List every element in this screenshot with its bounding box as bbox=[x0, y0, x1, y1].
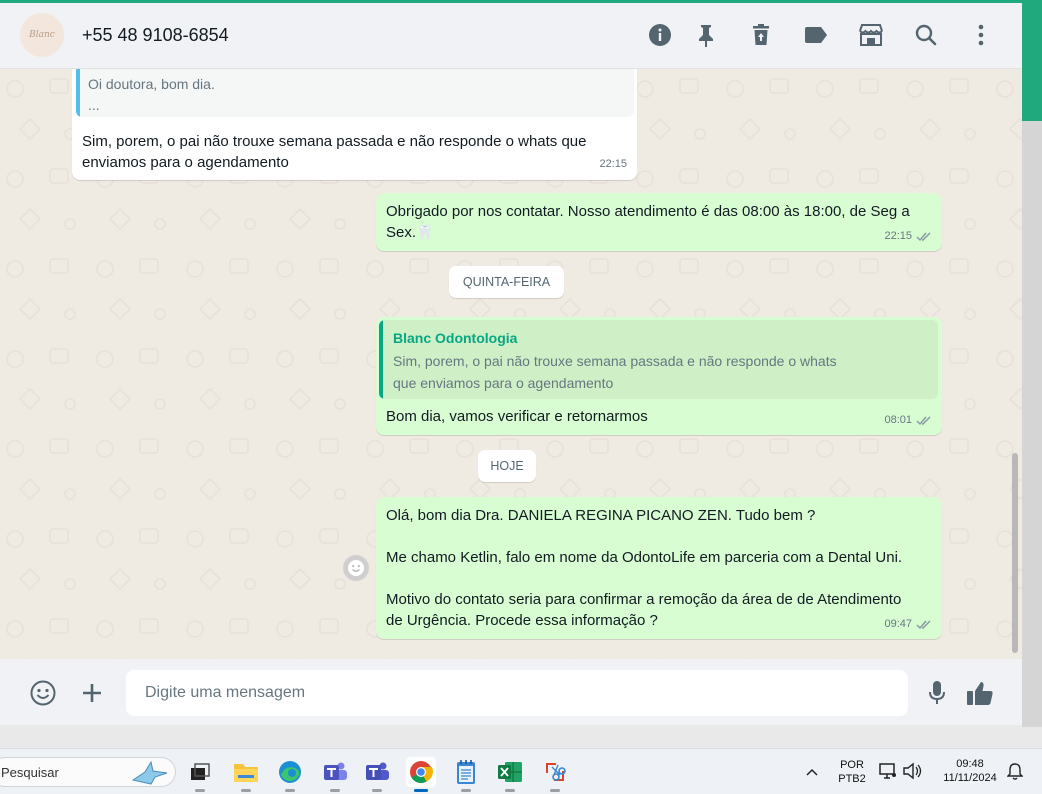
chrome-browser-icon[interactable] bbox=[406, 757, 436, 792]
outgoing-message-bubble[interactable]: Obrigado por nos contatar. Nosso atendim… bbox=[376, 193, 942, 251]
avatar-logo-text: Blanc bbox=[29, 30, 55, 40]
taskbar-search[interactable]: Pesquisar bbox=[0, 757, 176, 787]
scrollbar-thumb[interactable] bbox=[1012, 453, 1018, 653]
volume-icon[interactable] bbox=[902, 761, 922, 781]
delete-icon[interactable] bbox=[748, 22, 774, 48]
app-indicator bbox=[285, 789, 295, 792]
message-timestamp: 22:15 bbox=[884, 230, 912, 242]
double-check-icon bbox=[916, 620, 931, 629]
network-display-icon[interactable] bbox=[878, 761, 898, 781]
background-side-panel bbox=[1022, 121, 1042, 727]
incoming-message-bubble[interactable]: Oi doutora, bom dia. ... Sim, porem, o p… bbox=[72, 69, 637, 180]
emoji-icon[interactable] bbox=[29, 679, 57, 707]
contact-name[interactable]: +55 48 9108-6854 bbox=[82, 25, 229, 46]
info-icon[interactable] bbox=[647, 22, 673, 48]
tooth-emoji: 🦷 bbox=[416, 224, 434, 240]
quote-accent-bar bbox=[76, 69, 80, 117]
thumbs-up-icon[interactable] bbox=[966, 679, 994, 707]
tray-overflow-chevron-icon[interactable] bbox=[802, 763, 822, 781]
clock-date: 11/11/2024 bbox=[943, 772, 997, 784]
app-indicator bbox=[372, 789, 382, 792]
search-highlight-crane-icon bbox=[131, 760, 168, 785]
quoted-message[interactable]: Oi doutora, bom dia. ... bbox=[76, 69, 634, 117]
quote-accent-bar bbox=[379, 320, 383, 399]
quoted-author: Blanc Odontologia bbox=[393, 330, 518, 346]
app-indicator bbox=[550, 789, 560, 792]
outgoing-message-bubble[interactable]: Olá, bom dia Dra. DANIELA REGINA PICANO … bbox=[376, 497, 942, 639]
message-text-line2: Sex.🦷 bbox=[386, 222, 433, 243]
notepad-icon[interactable] bbox=[451, 757, 481, 792]
message-input[interactable] bbox=[126, 670, 908, 716]
notification-bell-icon[interactable] bbox=[1006, 762, 1025, 782]
reaction-smiley-icon[interactable] bbox=[343, 555, 369, 581]
snipping-tool-icon[interactable] bbox=[540, 757, 570, 792]
message-text: Obrigado por nos contatar. Nosso atendim… bbox=[386, 203, 910, 220]
background-accent-panel bbox=[1022, 0, 1042, 121]
contact-avatar[interactable]: Blanc bbox=[20, 13, 64, 57]
message-text: Olá, bom dia Dra. DANIELA REGINA PICANO … bbox=[386, 507, 816, 524]
date-separator: HOJE bbox=[478, 450, 536, 482]
quoted-text: Sim, porem, o pai não trouxe semana pass… bbox=[393, 353, 837, 369]
chat-header: Blanc +55 48 9108-6854 bbox=[0, 3, 1022, 69]
keyboard-layout: PTB2 bbox=[838, 773, 866, 785]
menu-kebab-icon[interactable] bbox=[968, 22, 994, 48]
quoted-message[interactable]: Blanc Odontologia Sim, porem, o pai não … bbox=[379, 320, 938, 399]
quoted-text: Oi doutora, bom dia. bbox=[88, 76, 215, 92]
label-icon[interactable] bbox=[803, 22, 829, 48]
message-list[interactable]: Oi doutora, bom dia. ... Sim, porem, o p… bbox=[0, 69, 1022, 659]
excel-icon[interactable] bbox=[495, 757, 525, 792]
message-text: Motivo do contato seria para confirmar a… bbox=[386, 591, 902, 608]
message-text: Me chamo Ketlin, falo em nome da OdontoL… bbox=[386, 549, 903, 566]
attach-plus-icon[interactable] bbox=[78, 679, 106, 707]
message-text: Sex. bbox=[386, 224, 417, 241]
teams-icon[interactable] bbox=[320, 757, 350, 792]
app-indicator bbox=[195, 789, 205, 792]
message-timestamp: 08:01 bbox=[884, 414, 912, 426]
taskbar-clock[interactable]: 09:48 11/11/2024 bbox=[932, 757, 1008, 785]
message-composer bbox=[0, 659, 1022, 725]
task-view-icon[interactable] bbox=[185, 757, 215, 792]
edge-browser-icon[interactable] bbox=[275, 757, 305, 792]
message-timestamp: 09:47 bbox=[884, 618, 912, 630]
message-timestamp: 22:15 bbox=[599, 158, 627, 170]
message-text: Sim, porem, o pai não trouxe semana pass… bbox=[82, 133, 587, 150]
microphone-icon[interactable] bbox=[923, 679, 951, 707]
app-indicator bbox=[330, 789, 340, 792]
message-meta: 09:47 bbox=[884, 614, 932, 635]
outgoing-message-bubble[interactable]: Blanc Odontologia Sim, porem, o pai não … bbox=[376, 317, 942, 435]
app-indicator bbox=[241, 789, 251, 792]
clock-time: 09:48 bbox=[956, 758, 984, 770]
message-text: de Urgência. Procede essa informação ? bbox=[386, 612, 658, 629]
app-indicator bbox=[414, 789, 428, 792]
file-explorer-icon[interactable] bbox=[231, 757, 261, 792]
app-indicator bbox=[461, 789, 471, 792]
windows-taskbar: Pesquisar POR PTB2 09:48 11/11/2024 bbox=[0, 748, 1042, 794]
message-text: enviamos para o agendamento bbox=[82, 154, 289, 171]
catalog-store-icon[interactable] bbox=[856, 22, 886, 48]
quoted-text: que enviamos para o agendamento bbox=[393, 375, 614, 391]
input-language-indicator[interactable]: POR PTB2 bbox=[833, 758, 871, 786]
teams-work-icon[interactable] bbox=[362, 757, 392, 792]
message-text: Bom dia, vamos verificar e retornarmos bbox=[386, 408, 648, 425]
quoted-text-ellipsis: ... bbox=[88, 97, 100, 113]
date-separator: QUINTA-FEIRA bbox=[449, 266, 564, 298]
app-indicator bbox=[505, 789, 515, 792]
chat-scrollbar[interactable] bbox=[1011, 69, 1019, 659]
taskbar-search-label: Pesquisar bbox=[1, 764, 59, 780]
message-time: 22:15 bbox=[599, 154, 627, 175]
message-meta: 22:15 bbox=[884, 226, 932, 247]
search-icon[interactable] bbox=[913, 22, 939, 48]
double-check-icon bbox=[916, 416, 931, 425]
double-check-icon bbox=[916, 232, 931, 241]
whatsapp-chat-window: Blanc +55 48 9108-6854 Oi doutora, bom d… bbox=[0, 3, 1022, 725]
language-code: POR bbox=[840, 759, 864, 771]
pin-icon[interactable] bbox=[693, 22, 719, 48]
message-meta: 08:01 bbox=[884, 410, 932, 431]
